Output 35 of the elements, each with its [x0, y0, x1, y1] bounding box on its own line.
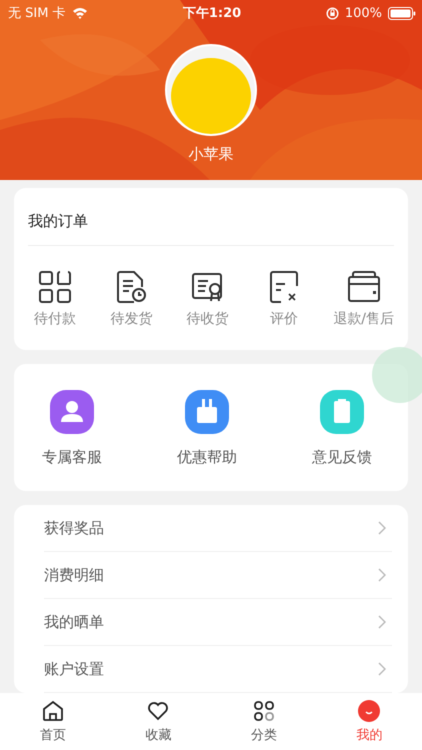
certificate-icon: [190, 270, 225, 304]
user-name: 小苹果: [188, 145, 234, 164]
order-status-button[interactable]: 待收货: [180, 270, 235, 328]
document-clock-icon: [114, 270, 148, 304]
menu-item[interactable]: 获得奖品: [44, 505, 392, 552]
status-time: 下午1:20: [182, 5, 242, 22]
battery-percent: 100%: [344, 6, 382, 20]
grid-icon: [38, 270, 72, 304]
orders-title: 我的订单: [28, 188, 394, 246]
menu-item[interactable]: 我的晒单: [44, 599, 392, 646]
carrier-label: 无 SIM 卡: [8, 5, 66, 22]
order-status-button[interactable]: 待发货: [104, 270, 158, 328]
service-button[interactable]: 意见反馈: [312, 384, 372, 467]
battery-icon: [388, 6, 416, 20]
grid-icon: [252, 699, 276, 723]
tab-item[interactable]: 收藏: [128, 699, 188, 744]
order-status-button[interactable]: 待付款: [28, 270, 82, 328]
service-button[interactable]: 优惠帮助: [177, 384, 237, 467]
tab-item[interactable]: 首页: [22, 699, 83, 744]
order-status-button[interactable]: 退款/售后: [333, 270, 394, 328]
wallet-icon: [346, 270, 381, 304]
chevron-right-icon: [378, 521, 386, 535]
tab-item[interactable]: 分类: [234, 699, 294, 744]
chevron-right-icon: [378, 568, 386, 582]
order-status-button[interactable]: 评价: [256, 270, 311, 328]
chevron-right-icon: [378, 662, 386, 676]
home-icon: [40, 699, 65, 723]
smile-icon: [357, 699, 382, 723]
rotation-lock-icon: [326, 6, 339, 20]
menu-item[interactable]: 消费明细: [44, 552, 392, 599]
tab-item[interactable]: 我的: [339, 699, 400, 744]
wifi-icon: [72, 7, 88, 19]
chevron-right-icon: [378, 615, 386, 629]
heart-icon: [146, 699, 170, 723]
service-button[interactable]: 专属客服: [42, 384, 102, 467]
